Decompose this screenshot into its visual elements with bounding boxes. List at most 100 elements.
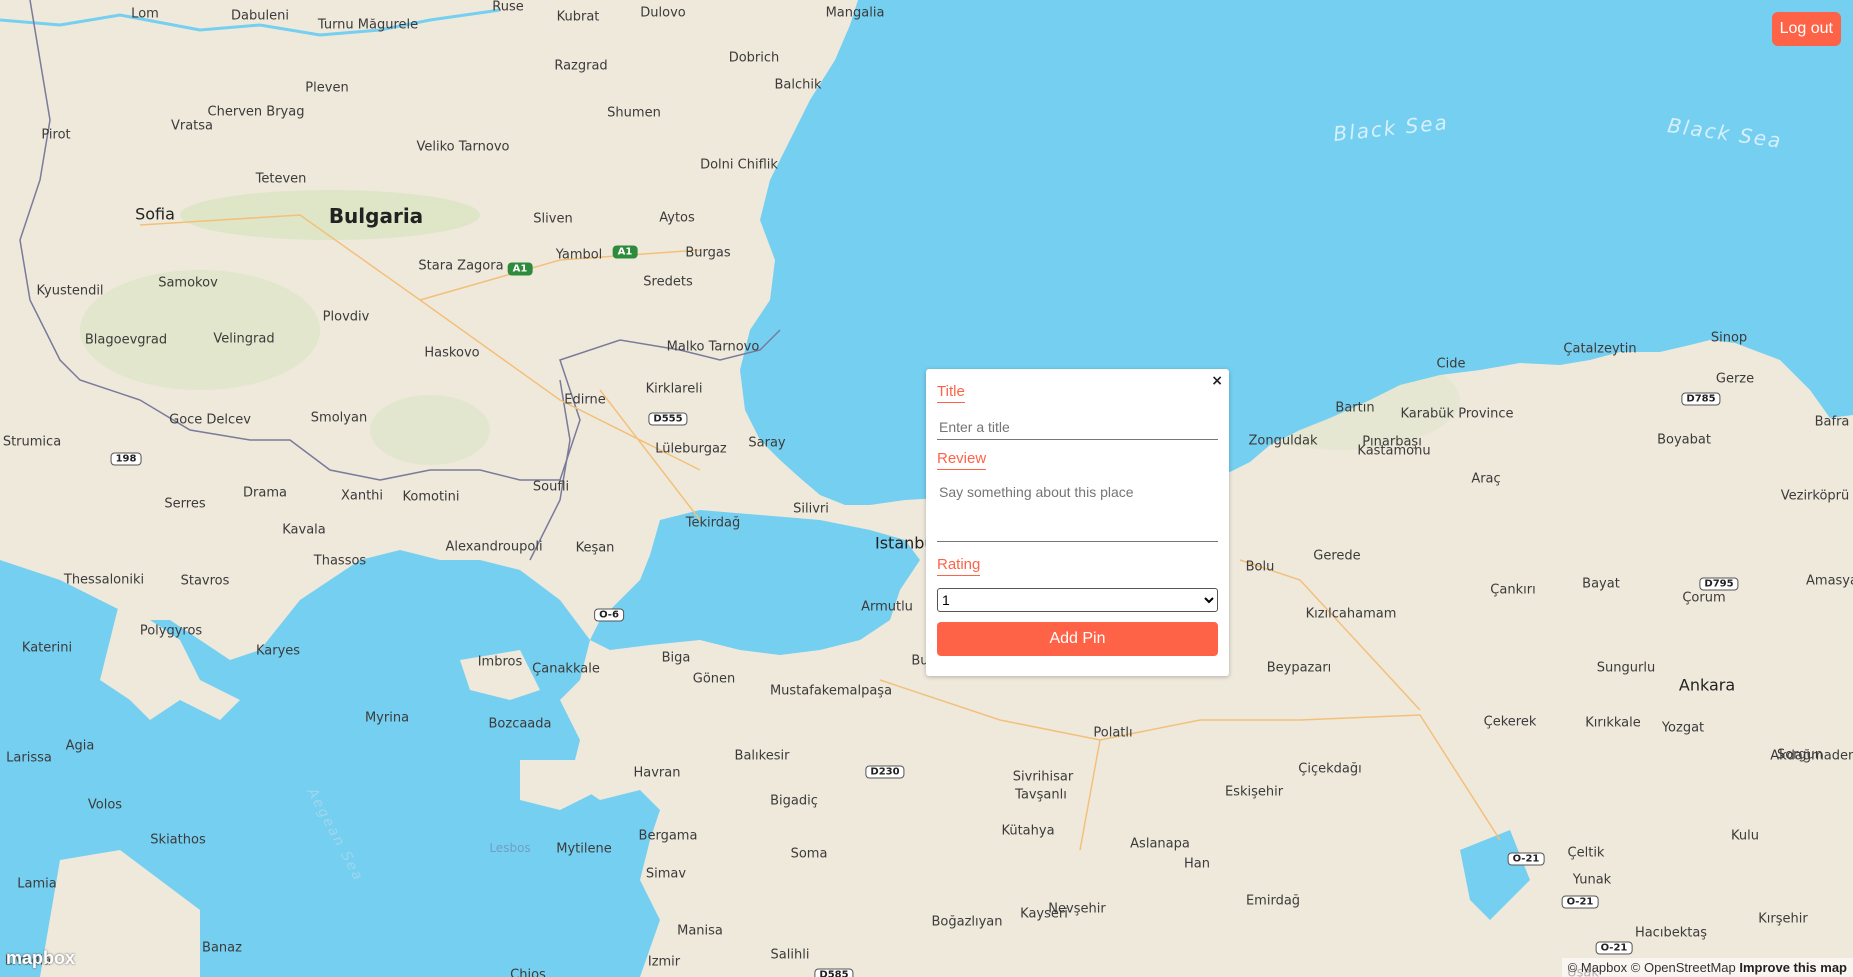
city-label: Kyustendil: [36, 283, 104, 299]
city-label: Banaz: [202, 940, 242, 956]
city-label: Cide: [1436, 356, 1466, 372]
city-label: Volos: [87, 797, 123, 813]
city-label: Burgas: [685, 245, 731, 261]
city-label: Goce Delcev: [169, 412, 251, 428]
road-shield: D795: [1699, 577, 1739, 591]
review-textarea[interactable]: [937, 482, 1218, 542]
city-label: Amasya: [1806, 573, 1853, 589]
city-label: Cherven Bryag: [207, 104, 305, 120]
city-label: Yunak: [1572, 872, 1612, 888]
city-label: Kırıkkale: [1585, 715, 1641, 731]
city-label: Katerini: [21, 640, 73, 656]
road-shield: D785: [1681, 392, 1721, 406]
city-label: Mangalia: [825, 5, 885, 21]
city-label: Hacıbektaş: [1634, 925, 1708, 941]
city-label: Kütahya: [1001, 823, 1055, 839]
city-label: Armutlu: [861, 599, 913, 615]
city-label: Gerze: [1715, 371, 1755, 387]
city-label: Bolu: [1245, 559, 1275, 575]
mapbox-attribution-link[interactable]: © Mapbox: [1568, 960, 1627, 975]
title-input[interactable]: [937, 417, 1218, 440]
city-label: Sivrihisar: [1012, 769, 1074, 785]
city-label: Ankara: [1678, 675, 1736, 695]
city-label: Strumica: [2, 434, 62, 450]
city-label: Stavros: [180, 573, 230, 589]
city-label: Haskovo: [424, 345, 480, 361]
city-label: Keşan: [575, 540, 615, 556]
city-label: Izmir: [647, 954, 681, 970]
city-label: Sredets: [643, 274, 693, 290]
city-label: Silivri: [793, 501, 829, 517]
city-label: Aytos: [659, 210, 695, 226]
city-label: Blagoevgrad: [84, 332, 168, 348]
city-label: Simav: [645, 866, 687, 882]
city-label: Çekerek: [1483, 714, 1537, 730]
city-label: Kirklareli: [645, 381, 703, 397]
city-label: Soufli: [532, 479, 570, 495]
city-label: Tavşanlı: [1015, 787, 1067, 803]
city-label: Dabuleni: [231, 8, 289, 24]
road-shield: A1: [507, 262, 533, 276]
city-label: Bozcaada: [488, 716, 552, 732]
city-label: Biga: [661, 650, 691, 666]
city-label: Manisa: [677, 923, 723, 939]
improve-map-link[interactable]: Improve this map: [1739, 960, 1847, 975]
close-icon[interactable]: ×: [1211, 373, 1223, 389]
review-label: Review: [937, 450, 987, 470]
city-label: Agia: [65, 738, 95, 754]
city-label: Thassos: [313, 553, 367, 569]
city-label: Kavala: [282, 522, 326, 538]
add-pin-form: Title Review Rating 1 Add Pin: [937, 381, 1218, 656]
title-label: Title: [937, 383, 965, 403]
city-label: Salihli: [770, 947, 810, 963]
city-label: Karyes: [255, 643, 301, 659]
city-label: Malko Tarnovo: [666, 339, 760, 355]
city-label: Ruse: [492, 0, 524, 15]
city-label: Smolyan: [310, 410, 368, 426]
city-label: Turnu Măgurele: [317, 17, 419, 33]
city-label: Balıkesir: [734, 748, 790, 764]
city-label: Imbros: [477, 654, 523, 670]
city-label: Bergama: [638, 828, 698, 844]
city-label: Soma: [790, 846, 828, 862]
city-label: Vratsa: [170, 118, 214, 134]
city-label: Lamia: [17, 876, 57, 892]
road-shield: A1: [612, 245, 638, 259]
city-label: Thessaloniki: [63, 572, 145, 588]
city-label: Han: [1184, 856, 1210, 872]
city-label: Lesbos: [489, 841, 531, 855]
road-shield: D555: [648, 412, 688, 426]
road-shield: D230: [865, 765, 905, 779]
city-label: Samokov: [158, 275, 218, 291]
city-label: Dolni Chiflik: [700, 157, 778, 173]
city-label: Akdağmadeni: [1770, 748, 1853, 764]
city-label: Çankırı: [1490, 582, 1536, 598]
city-label: Pirot: [41, 127, 71, 143]
city-label: Polygyros: [139, 623, 203, 639]
city-label: Kırşehir: [1758, 911, 1808, 927]
osm-attribution-link[interactable]: © OpenStreetMap: [1631, 960, 1736, 975]
city-label: Velingrad: [213, 331, 275, 347]
city-label: Kastamonu: [1357, 443, 1431, 459]
city-label: Shumen: [607, 105, 661, 121]
add-pin-button[interactable]: Add Pin: [937, 622, 1218, 656]
logout-button[interactable]: Log out: [1771, 12, 1841, 46]
city-label: Mustafakemalpaşa: [769, 683, 893, 699]
map-attribution: © Mapbox © OpenStreetMap Improve this ma…: [1561, 958, 1853, 977]
city-label: Çiçekdağı: [1298, 761, 1362, 777]
city-label: Saray: [748, 435, 786, 451]
city-label: Bartın: [1335, 400, 1375, 416]
city-label: Serres: [164, 496, 206, 512]
city-label: Skiathos: [150, 832, 206, 848]
mapbox-logo[interactable]: mapbox: [6, 948, 75, 969]
city-label: Karabük Province: [1400, 406, 1514, 422]
city-label: Edirne: [564, 392, 606, 408]
city-label: Myrina: [364, 710, 410, 726]
road-shield: O-21: [1507, 852, 1545, 866]
city-label: Dulovo: [640, 5, 686, 21]
road-shield: 198: [110, 452, 142, 466]
city-label: Yambol: [555, 247, 603, 263]
city-label: Kızılcahamam: [1305, 606, 1397, 622]
city-label: Sofia: [135, 204, 175, 224]
rating-select[interactable]: 1: [937, 588, 1218, 612]
